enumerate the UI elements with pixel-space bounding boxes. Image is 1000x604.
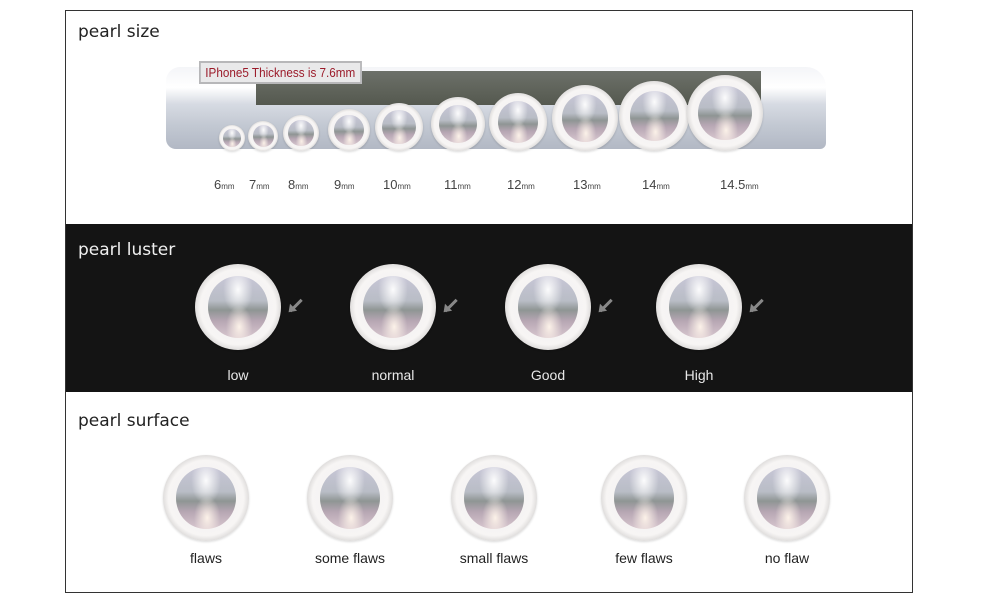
size-unit: mm (521, 182, 535, 191)
size-value: 14 (642, 177, 657, 192)
size-value: 13 (573, 177, 588, 192)
size-unit: mm (397, 182, 411, 191)
pearl-size-label: 14mm (642, 177, 670, 192)
pearl-size-12 (489, 93, 547, 151)
surface-pearl-some-flaws (307, 455, 393, 541)
pearl-size-11 (431, 97, 485, 151)
pearl-size-14 (619, 81, 689, 151)
section-title-size: pearl size (78, 22, 160, 42)
size-unit: mm (745, 182, 759, 191)
section-title-surface: pearl surface (78, 411, 190, 431)
luster-caption: High (684, 367, 714, 383)
surface-pearl-small-flaws (451, 455, 537, 541)
surface-caption: small flaws (459, 550, 529, 566)
surface-pearl-flaws (163, 455, 249, 541)
section-title-luster: pearl luster (78, 240, 176, 260)
pearl-size-label: 8mm (288, 177, 309, 192)
pearl-size-13 (552, 85, 618, 151)
size-value: 12 (507, 177, 522, 192)
size-unit: mm (656, 182, 670, 191)
pearl-grading-chart: pearl size IPhone5 Thickness is 7.6mm 6m… (65, 10, 913, 593)
size-unit: mm (221, 182, 235, 191)
pearl-size-label: 10mm (383, 177, 411, 192)
surface-caption: flaws (190, 550, 222, 566)
size-value: 10 (383, 177, 398, 192)
pearl-size-8 (283, 115, 319, 151)
size-value: 11 (444, 177, 458, 192)
pearl-size-label: 14.5mm (720, 177, 759, 192)
pearl-size-10 (375, 103, 423, 151)
size-unit: mm (295, 182, 309, 191)
pearl-size-label: 7mm (249, 177, 270, 192)
arrow-icon (444, 298, 458, 313)
surface-caption: no flaw (764, 550, 810, 566)
luster-pearl-low (195, 264, 281, 350)
pearl-size-label: 6mm (214, 177, 235, 192)
luster-caption: normal (371, 367, 415, 383)
pearl-luster-section: pearl luster low normal Good High (66, 224, 912, 392)
luster-caption: low (227, 367, 249, 383)
size-unit: mm (457, 182, 471, 191)
arrow-icon (750, 298, 764, 313)
surface-caption: few flaws (615, 550, 673, 566)
pearl-size-9 (328, 109, 370, 151)
pearl-size-6 (219, 125, 245, 151)
arrow-icon (289, 298, 303, 313)
luster-caption: Good (530, 367, 566, 383)
pearl-size-14.5 (687, 75, 763, 151)
phone-thickness-label: IPhone5 Thickness is 7.6mm (199, 61, 362, 84)
size-unit: mm (587, 182, 601, 191)
pearl-size-7 (248, 121, 278, 151)
pearl-size-label: 11mm (444, 177, 471, 192)
arrow-icon (599, 298, 613, 313)
surface-pearl-no-flaw (744, 455, 830, 541)
luster-pearl-normal (350, 264, 436, 350)
size-unit: mm (256, 182, 270, 191)
pearl-size-label: 9mm (334, 177, 355, 192)
surface-caption: some flaws (314, 550, 386, 566)
luster-pearl-good (505, 264, 591, 350)
size-value: 14.5 (720, 177, 746, 192)
pearl-size-label: 13mm (573, 177, 601, 192)
pearl-size-label: 12mm (507, 177, 535, 192)
surface-pearl-few-flaws (601, 455, 687, 541)
size-unit: mm (341, 182, 355, 191)
luster-pearl-high (656, 264, 742, 350)
